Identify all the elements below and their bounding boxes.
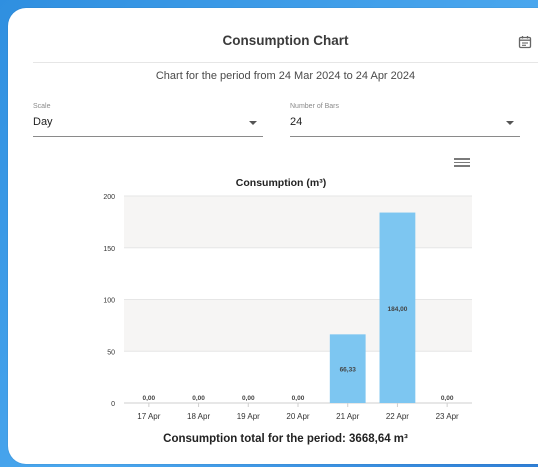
plot-band — [124, 299, 472, 352]
y-tick-label: 150 — [103, 246, 115, 253]
y-tick-label: 0 — [111, 401, 115, 408]
data-label: 0,00 — [192, 395, 205, 402]
chart-plot-area: 0 50 100 150 200 0,00 17 Apr 0,00 18 Apr 0,00 19 A… — [103, 194, 472, 421]
dropdown-arrow-icon — [506, 121, 514, 125]
y-tick-label: 100 — [103, 298, 115, 305]
x-tick-label: 18 Apr — [187, 412, 210, 421]
data-label: 0,00 — [143, 395, 156, 402]
bars-field[interactable]: Number of Bars 24 — [290, 103, 520, 137]
x-tick-label: 20 Apr — [286, 412, 309, 421]
y-tick-label: 50 — [107, 349, 115, 356]
data-label: 184,00 — [387, 306, 407, 313]
y-tick-label: 200 — [103, 194, 115, 201]
consumption-bar-chart: Consumption (m³) 0501001502000,0017 Apr0… — [103, 177, 472, 421]
period-subtitle: Chart for the period from 24 Mar 2024 to… — [155, 70, 416, 82]
data-label: 0,00 — [242, 395, 255, 402]
bars-select[interactable]: 24 — [290, 116, 520, 137]
x-tick-label: 23 Apr — [436, 412, 459, 421]
scale-label: Scale — [33, 103, 51, 110]
bars-value: 24 — [290, 116, 303, 128]
bars-label: Number of Bars — [290, 103, 340, 110]
data-label: 0,00 — [441, 395, 454, 402]
dropdown-arrow-icon — [249, 121, 257, 125]
plot-band — [124, 196, 472, 248]
calendar-icon[interactable] — [515, 32, 535, 52]
scale-select[interactable]: Day — [33, 116, 263, 137]
data-label: 66,33 — [340, 367, 357, 374]
hamburger-menu-icon[interactable] — [454, 156, 470, 170]
consumption-total: Consumption total for the period: 3668,6… — [163, 433, 408, 445]
card-header: Consumption Chart — [33, 20, 538, 63]
x-tick-label: 19 Apr — [237, 412, 260, 421]
chart-title: Consumption (m³) — [236, 177, 326, 189]
scale-value: Day — [33, 116, 53, 128]
page-title: Consumption Chart — [222, 33, 349, 48]
x-tick-label: 21 Apr — [336, 412, 359, 421]
x-tick-label: 22 Apr — [386, 412, 409, 421]
x-tick-label: 17 Apr — [137, 412, 160, 421]
scale-field[interactable]: Scale Day — [33, 103, 263, 137]
data-label: 0,00 — [292, 395, 305, 402]
consumption-card: Consumption Chart Chart for the period f… — [8, 8, 538, 464]
